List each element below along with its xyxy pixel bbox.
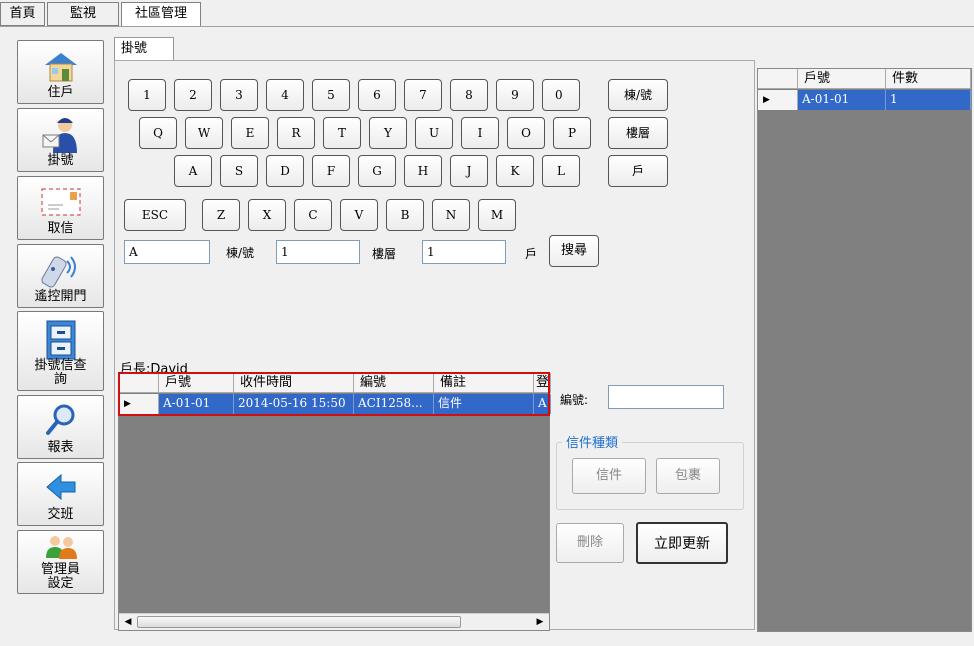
unit-label: 戶	[525, 247, 538, 261]
sidebar-item-label: 遙控開門	[34, 289, 87, 304]
key-k[interactable]: K	[496, 155, 534, 187]
column-header[interactable]: 件數	[886, 69, 971, 89]
key-f[interactable]: F	[312, 155, 350, 187]
column-header[interactable]: 戶號	[798, 69, 886, 89]
number-input[interactable]	[608, 385, 724, 409]
remote-control-icon	[39, 251, 83, 293]
sidebar-item-label: 管理員設定	[40, 562, 80, 591]
key-t[interactable]: T	[323, 117, 361, 149]
row-selector-icon[interactable]: ▶	[758, 90, 798, 110]
tab-divider	[0, 26, 974, 27]
delete-button[interactable]: 刪除	[556, 523, 624, 563]
parcel-button[interactable]: 包裹	[656, 458, 720, 494]
horizontal-scrollbar[interactable]: ◀ ▶	[119, 613, 549, 630]
unit-input[interactable]: 1	[422, 240, 506, 264]
key-u[interactable]: U	[415, 117, 453, 149]
scrollbar-thumb[interactable]	[137, 616, 461, 628]
summary-table: 戶號 件數 ▶ A-01-01 1	[757, 68, 972, 632]
sidebar-item-label: 報表	[47, 440, 74, 455]
key-unit[interactable]: 戶	[608, 155, 668, 187]
key-9[interactable]: 9	[496, 79, 534, 111]
key-q[interactable]: Q	[139, 117, 177, 149]
highlight-box	[118, 372, 550, 416]
key-v[interactable]: V	[340, 199, 378, 231]
sidebar-item-residents[interactable]: 住戶	[17, 40, 104, 104]
key-z[interactable]: Z	[202, 199, 240, 231]
tab-community-management[interactable]: 社區管理	[121, 2, 201, 27]
tab-home[interactable]: 首頁	[0, 2, 45, 26]
sidebar-item-registered-mail-query[interactable]: 掛號信查詢	[17, 311, 104, 391]
admins-icon	[41, 534, 81, 564]
sidebar-item-label: 掛號信查詢	[34, 358, 87, 387]
key-x[interactable]: X	[248, 199, 286, 231]
panel-tab-register[interactable]: 掛號	[114, 37, 174, 61]
key-5[interactable]: 5	[312, 79, 350, 111]
scroll-left-icon[interactable]: ◀	[121, 615, 135, 629]
floor-label: 樓層	[372, 247, 397, 261]
sidebar-item-pickup[interactable]: 取信	[17, 176, 104, 240]
key-floor[interactable]: 樓層	[608, 117, 668, 149]
sidebar-item-label: 取信	[47, 221, 74, 236]
key-y[interactable]: Y	[369, 117, 407, 149]
floor-input[interactable]: 1	[276, 240, 360, 264]
key-e[interactable]: E	[231, 117, 269, 149]
sidebar-item-register[interactable]: 掛號	[17, 108, 104, 172]
envelope-icon	[39, 183, 83, 223]
key-s[interactable]: S	[220, 155, 258, 187]
sidebar-item-label: 住戶	[47, 85, 74, 100]
letter-button[interactable]: 信件	[572, 458, 646, 494]
key-n[interactable]: N	[432, 199, 470, 231]
key-c[interactable]: C	[294, 199, 332, 231]
sidebar-item-label: 交班	[47, 507, 74, 522]
back-arrow-icon	[41, 469, 81, 509]
key-l[interactable]: L	[542, 155, 580, 187]
sidebar-item-admin-settings[interactable]: 管理員設定	[17, 530, 104, 594]
key-8[interactable]: 8	[450, 79, 488, 111]
key-4[interactable]: 4	[266, 79, 304, 111]
key-j[interactable]: J	[450, 155, 488, 187]
cell-count: 1	[886, 90, 971, 110]
scroll-right-icon[interactable]: ▶	[533, 615, 547, 629]
key-b[interactable]: B	[386, 199, 424, 231]
sidebar-item-label: 掛號	[47, 153, 74, 168]
key-w[interactable]: W	[185, 117, 223, 149]
key-g[interactable]: G	[358, 155, 396, 187]
key-a[interactable]: A	[174, 155, 212, 187]
sidebar-item-shift-change[interactable]: 交班	[17, 462, 104, 526]
key-esc[interactable]: ESC	[124, 199, 186, 231]
key-1[interactable]: 1	[128, 79, 166, 111]
update-now-button[interactable]: 立即更新	[636, 522, 728, 564]
key-7[interactable]: 7	[404, 79, 442, 111]
tab-monitor[interactable]: 監視	[47, 2, 119, 26]
key-h[interactable]: H	[404, 155, 442, 187]
key-r[interactable]: R	[277, 117, 315, 149]
sidebar-item-remote-open[interactable]: 遙控開門	[17, 244, 104, 308]
building-label: 棟/號	[226, 246, 255, 260]
search-button[interactable]: 搜尋	[549, 235, 599, 267]
magnifier-icon	[41, 402, 81, 442]
building-input[interactable]: A	[124, 240, 210, 264]
key-i[interactable]: I	[461, 117, 499, 149]
key-6[interactable]: 6	[358, 79, 396, 111]
key-0[interactable]: 0	[542, 79, 580, 111]
number-label: 編號:	[560, 393, 589, 407]
mail-type-title: 信件種類	[562, 432, 623, 451]
key-p[interactable]: P	[553, 117, 591, 149]
key-building[interactable]: 棟/號	[608, 79, 668, 111]
key-d[interactable]: D	[266, 155, 304, 187]
cell-unit: A-01-01	[798, 90, 886, 110]
key-m[interactable]: M	[478, 199, 516, 231]
key-o[interactable]: O	[507, 117, 545, 149]
row-header-corner	[758, 69, 798, 89]
sidebar-item-reports[interactable]: 報表	[17, 395, 104, 459]
key-2[interactable]: 2	[174, 79, 212, 111]
key-3[interactable]: 3	[220, 79, 258, 111]
